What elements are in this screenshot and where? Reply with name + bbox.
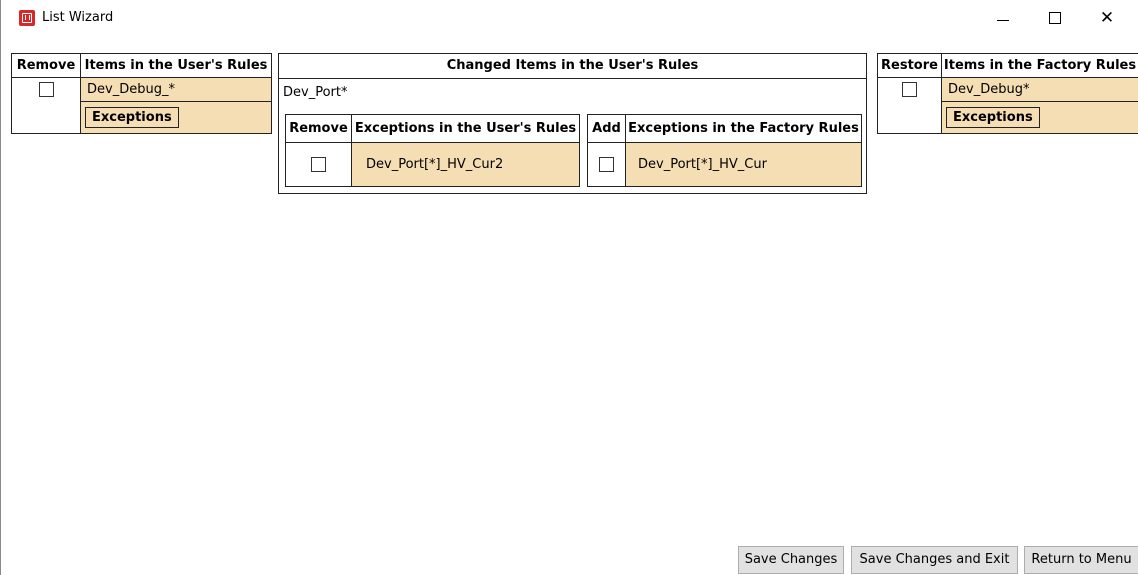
factory-rules-items-header: Items in the Factory Rules xyxy=(941,53,1138,78)
factory-exceptions-button[interactable]: Exceptions xyxy=(946,107,1040,128)
changed-items-panel: Changed Items in the User's Rules Dev_Po… xyxy=(278,53,867,194)
add-exception-checkbox[interactable] xyxy=(599,157,614,172)
remove-exception-checkbox[interactable] xyxy=(311,157,326,172)
app-logo-icon xyxy=(19,10,35,26)
factory-rules-table: Restore Items in the Factory Rules Dev_D… xyxy=(877,53,1138,134)
user-rules-table: Remove Items in the User's Rules Dev_Deb… xyxy=(11,53,272,134)
user-exceptions-remove-cell xyxy=(285,142,352,187)
factory-rule-exceptions-cell: Exceptions xyxy=(941,101,1138,134)
user-rule-exceptions-cell: Exceptions xyxy=(80,101,272,134)
window-title: List Wizard xyxy=(42,10,114,25)
title-bar: List Wizard ✕ xyxy=(1,0,1138,36)
close-icon: ✕ xyxy=(1099,8,1115,28)
factory-rules-restore-header: Restore xyxy=(877,53,942,78)
user-rules-remove-header: Remove xyxy=(11,53,81,78)
list-wizard-window: List Wizard ✕ Remove Items in the User's… xyxy=(0,0,1138,575)
restore-checkbox[interactable] xyxy=(902,82,917,97)
factory-exceptions-items-header: Exceptions in the Factory Rules xyxy=(625,114,862,143)
factory-rule-item-name: Dev_Debug* xyxy=(941,77,1138,102)
factory-rules-restore-cell xyxy=(877,77,942,134)
user-exceptions-table: Remove Exceptions in the User's Rules De… xyxy=(285,114,580,187)
close-button[interactable]: ✕ xyxy=(1084,0,1130,36)
minimize-icon xyxy=(997,20,1009,21)
maximize-icon xyxy=(1049,12,1061,24)
maximize-button[interactable] xyxy=(1032,0,1078,36)
changed-items-header: Changed Items in the User's Rules xyxy=(279,54,866,79)
return-to-menu-button[interactable]: Return to Menu xyxy=(1024,546,1138,574)
remove-checkbox[interactable] xyxy=(38,82,54,97)
user-exception-value: Dev_Port[*]_HV_Cur2 xyxy=(351,142,580,187)
factory-exceptions-add-header: Add xyxy=(587,114,626,143)
save-changes-button[interactable]: Save Changes xyxy=(738,546,844,574)
user-exceptions-items-header: Exceptions in the User's Rules xyxy=(351,114,580,143)
user-rules-items-header: Items in the User's Rules xyxy=(80,53,272,78)
user-exceptions-remove-header: Remove xyxy=(285,114,352,143)
factory-exception-value: Dev_Port[*]_HV_Cur xyxy=(625,142,862,187)
changed-item-name: Dev_Port* xyxy=(283,85,348,100)
factory-exceptions-add-cell xyxy=(587,142,626,187)
factory-exceptions-table: Add Exceptions in the Factory Rules Dev_… xyxy=(587,114,862,187)
user-rules-remove-cell xyxy=(11,77,81,134)
user-rule-item-name: Dev_Debug_* xyxy=(80,77,272,102)
user-exceptions-button[interactable]: Exceptions xyxy=(85,107,179,128)
save-and-exit-button[interactable]: Save Changes and Exit xyxy=(851,546,1018,574)
minimize-button[interactable] xyxy=(980,0,1026,36)
